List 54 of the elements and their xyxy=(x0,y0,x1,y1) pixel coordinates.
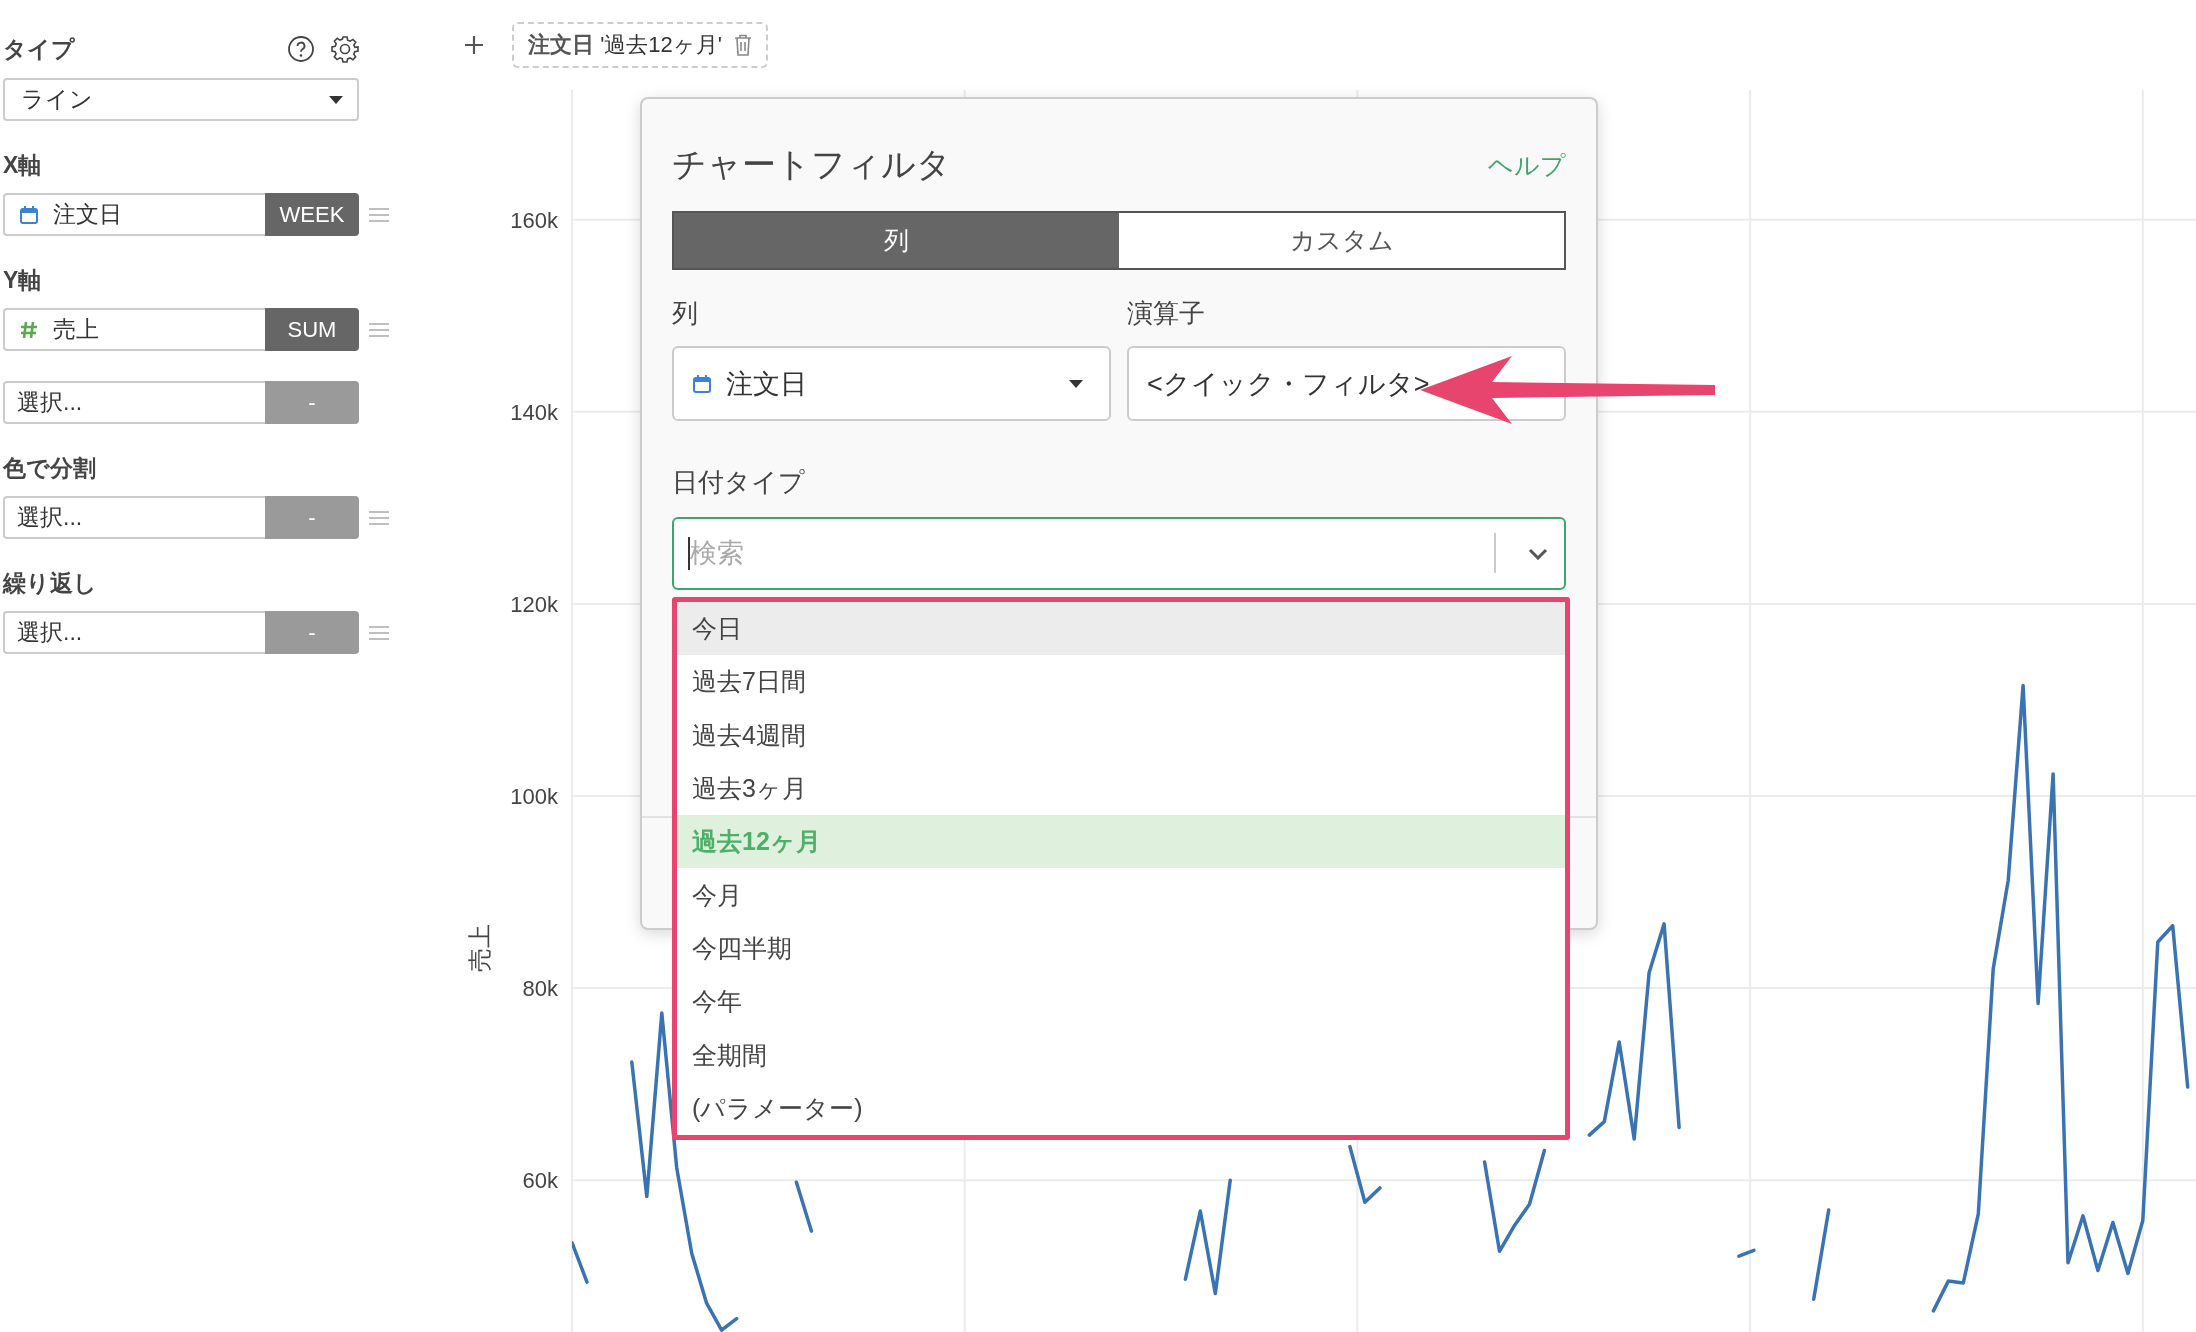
field-select[interactable]: 選択... xyxy=(3,496,265,539)
drag-handle-icon[interactable] xyxy=(369,509,389,526)
tick-label: 160k xyxy=(510,207,558,233)
field-select[interactable]: 選択... xyxy=(3,381,265,424)
field-label: 演算子 xyxy=(1127,297,1206,330)
tick-label: 140k xyxy=(510,399,558,425)
chevron-down-icon[interactable] xyxy=(1528,548,1548,560)
field-select[interactable]: 注文日 xyxy=(3,193,265,236)
dropdown-option[interactable]: 全期間 xyxy=(677,1028,1565,1082)
drag-handle-icon[interactable] xyxy=(369,321,389,338)
tick-label: 60k xyxy=(522,1168,558,1194)
filter-chip[interactable]: 注文日 '過去12ヶ月' xyxy=(512,22,768,68)
field-select[interactable]: 選択... xyxy=(3,611,265,654)
tab[interactable]: 列 xyxy=(674,213,1119,268)
aggregation-tag[interactable]: WEEK xyxy=(265,193,359,236)
field-select[interactable]: 売上 xyxy=(3,308,265,351)
caret-icon xyxy=(1069,379,1083,388)
operator-select[interactable]: <クイック・フィルタ> xyxy=(1127,346,1566,421)
field-label: 日付タイプ xyxy=(672,466,806,499)
dropdown-option[interactable]: 過去4週間 xyxy=(677,708,1565,762)
section-label: Y軸 xyxy=(3,266,43,295)
search-field[interactable]: 検索 xyxy=(672,517,1566,590)
section-label: X軸 xyxy=(3,151,43,180)
dropdown-option[interactable]: 過去3ヶ月 xyxy=(677,761,1565,816)
drag-handle-icon[interactable] xyxy=(369,206,389,223)
chart-type-select[interactable]: ライン xyxy=(3,78,359,121)
axis-title: 売上 xyxy=(466,924,493,973)
drag-handle-icon[interactable] xyxy=(369,624,389,641)
column-select[interactable]: 注文日 xyxy=(672,346,1111,421)
dialog-title: チャートフィルタ xyxy=(672,144,952,185)
dropdown-option[interactable]: 今年 xyxy=(677,975,1565,1029)
tab[interactable]: カスタム xyxy=(1119,213,1564,268)
section-label: 色で分割 xyxy=(3,454,97,483)
add-icon[interactable] xyxy=(464,35,484,55)
trash-icon[interactable] xyxy=(734,34,752,56)
dropdown-option[interactable]: 過去7日間 xyxy=(677,655,1565,709)
tick-label: 120k xyxy=(510,591,558,617)
aggregation-tag[interactable]: SUM xyxy=(265,308,359,351)
settings-icon[interactable] xyxy=(331,35,359,63)
dropdown-option[interactable]: 今月 xyxy=(677,868,1565,922)
calendar-icon xyxy=(19,204,39,225)
tick-label: 80k xyxy=(522,976,558,1002)
field-label: 列 xyxy=(672,297,699,330)
dropdown-option[interactable]: 今日 xyxy=(677,602,1565,656)
help-icon[interactable] xyxy=(287,35,315,63)
hash-icon xyxy=(19,319,39,340)
text-cursor xyxy=(688,537,690,570)
section-label: 繰り返し xyxy=(3,569,98,598)
dropdown-option[interactable]: 今四半期 xyxy=(677,921,1565,976)
dropdown-option[interactable]: (パラメーター) xyxy=(677,1081,1565,1135)
section-label: タイプ xyxy=(3,34,76,64)
caret-icon xyxy=(329,95,343,104)
tick-label: 100k xyxy=(510,784,558,809)
calendar-icon xyxy=(692,373,712,394)
